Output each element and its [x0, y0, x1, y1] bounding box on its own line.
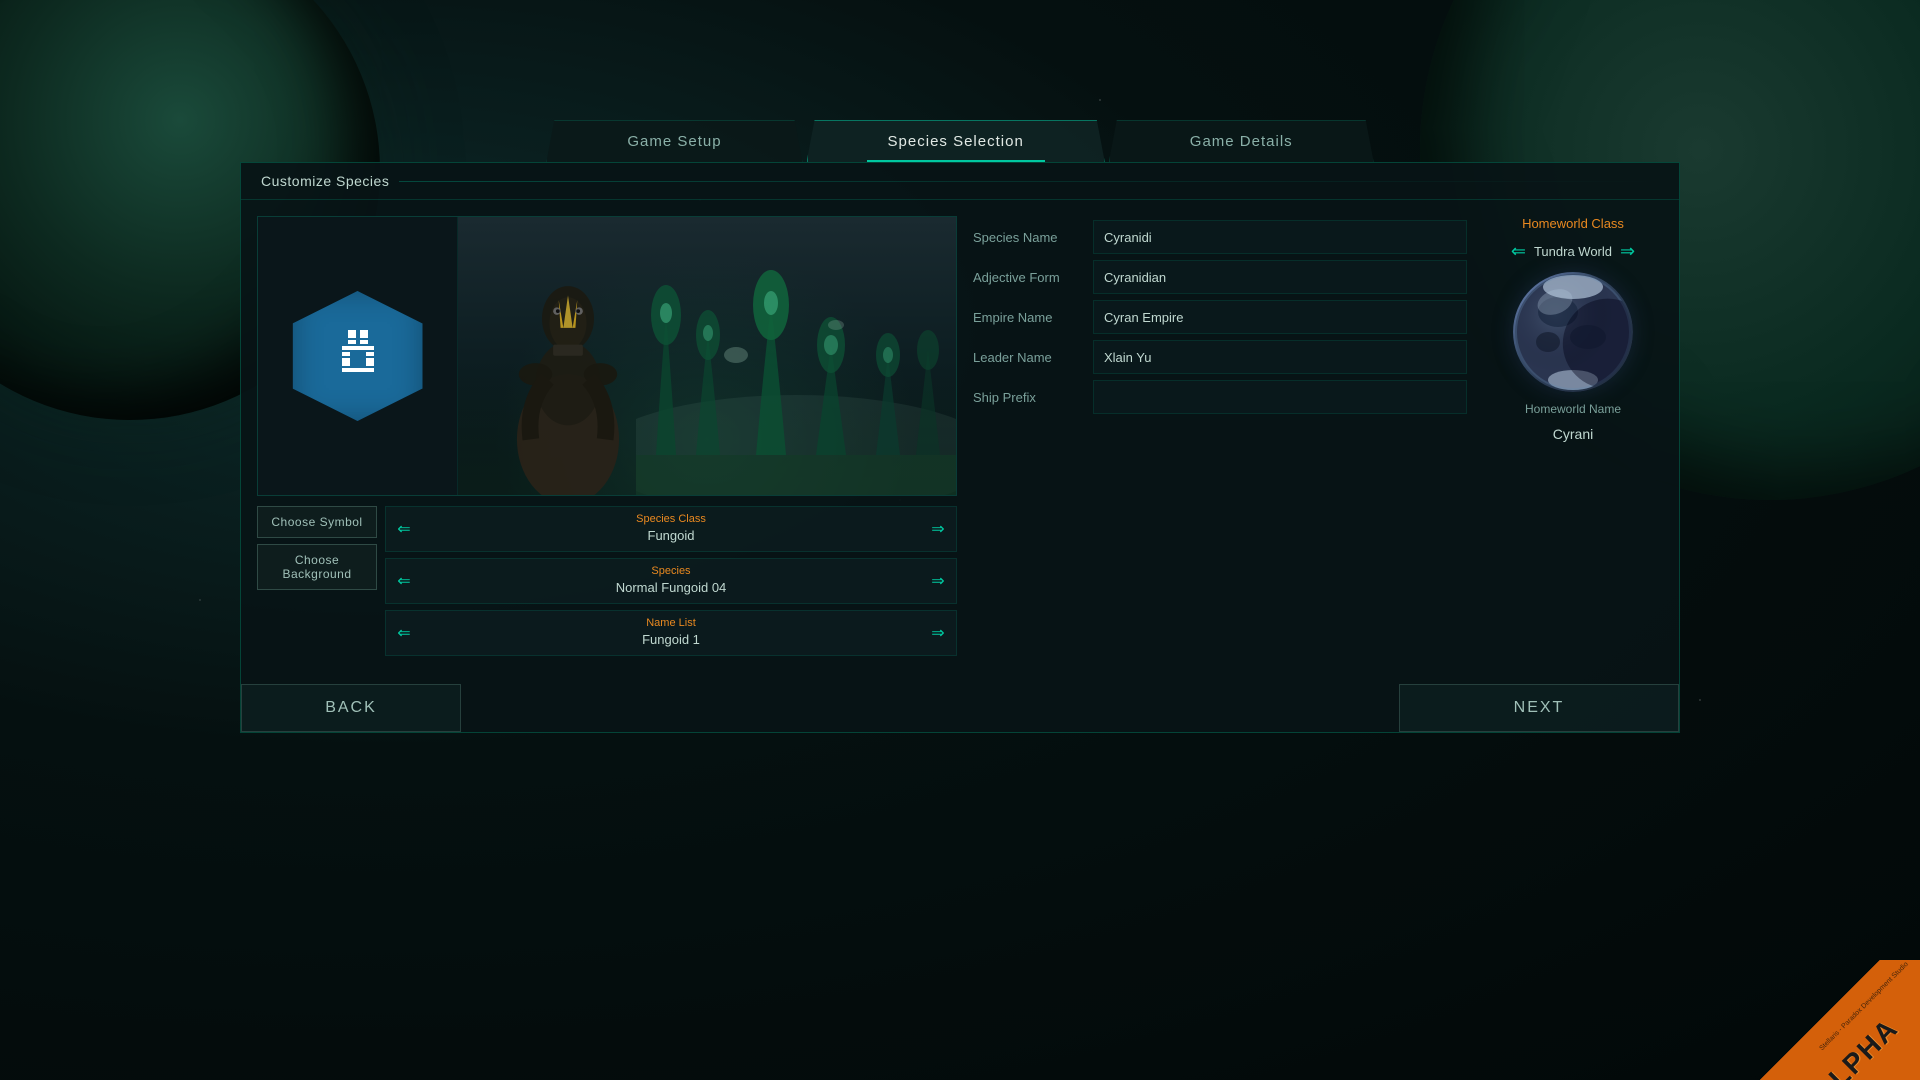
- empire-name-input[interactable]: [1093, 300, 1467, 334]
- leader-name-row: Leader Name: [973, 340, 1467, 374]
- fields-section: Species Name Adjective Form Empire Name …: [973, 216, 1467, 656]
- planet-svg: [1513, 272, 1633, 392]
- selector-group: ⇐ Species Class Fungoid ⇒ ⇐ Species: [385, 506, 957, 656]
- homeworld-section: Homeworld Class ⇐ Tundra World ⇒: [1483, 216, 1663, 656]
- name-list-content: Name List Fungoid 1: [422, 617, 920, 649]
- hexagon-background: [293, 291, 423, 421]
- name-list-selector: ⇐ Name List Fungoid 1 ⇒: [385, 610, 957, 656]
- species-class-value: Fungoid: [648, 528, 695, 543]
- leader-name-input[interactable]: [1093, 340, 1467, 374]
- species-label: Species: [422, 565, 920, 577]
- homeworld-planet-image: [1513, 272, 1633, 392]
- adjective-form-row: Adjective Form: [973, 260, 1467, 294]
- species-value: Normal Fungoid 04: [616, 580, 727, 595]
- ship-prefix-input[interactable]: [1093, 380, 1467, 414]
- species-controls: Choose Symbol Choose Background ⇐ Specie…: [257, 506, 957, 656]
- species-name-row: Species Name: [973, 220, 1467, 254]
- name-list-prev-button[interactable]: ⇐: [386, 611, 422, 655]
- next-button[interactable]: Next: [1399, 684, 1679, 732]
- name-list-label: Name List: [422, 617, 920, 629]
- species-visual-area: [257, 216, 957, 496]
- homeworld-class-value: Tundra World: [1534, 244, 1612, 259]
- empire-name-label: Empire Name: [973, 310, 1093, 325]
- species-name-label: Species Name: [973, 230, 1093, 245]
- leader-name-label: Leader Name: [973, 350, 1093, 365]
- homeworld-name-label: Homeworld Name: [1525, 402, 1621, 416]
- panel-header: Customize Species: [241, 163, 1679, 200]
- panel-header-line: [399, 181, 1659, 182]
- species-prev-button[interactable]: ⇐: [386, 559, 422, 603]
- species-next-button[interactable]: ⇒: [920, 559, 956, 603]
- alien-figure: [478, 235, 658, 495]
- choose-symbol-button[interactable]: Choose Symbol: [257, 506, 377, 538]
- choose-background-button[interactable]: Choose Background: [257, 544, 377, 590]
- homeworld-class-prev-button[interactable]: ⇐: [1511, 241, 1526, 262]
- species-selector: ⇐ Species Normal Fungoid 04 ⇒: [385, 558, 957, 604]
- species-class-next-button[interactable]: ⇒: [920, 507, 956, 551]
- empire-name-row: Empire Name: [973, 300, 1467, 334]
- panel-title: Customize Species: [261, 173, 389, 189]
- panel-content: Choose Symbol Choose Background ⇐ Specie…: [241, 200, 1679, 672]
- adjective-form-label: Adjective Form: [973, 270, 1093, 285]
- species-class-prev-button[interactable]: ⇐: [386, 507, 422, 551]
- species-name-input[interactable]: [1093, 220, 1467, 254]
- ui-container: Game Setup Species Selection Game Detail…: [240, 120, 1680, 733]
- homeworld-class-selector: ⇐ Tundra World ⇒: [1511, 241, 1635, 262]
- species-class-selector: ⇐ Species Class Fungoid ⇒: [385, 506, 957, 552]
- scenery-svg: [636, 255, 956, 495]
- species-class-content: Species Class Fungoid: [422, 513, 920, 545]
- back-button[interactable]: Back: [241, 684, 461, 732]
- species-content: Species Normal Fungoid 04: [422, 565, 920, 597]
- tabs-bar: Game Setup Species Selection Game Detail…: [240, 120, 1680, 162]
- homeworld-name-value: Cyrani: [1553, 426, 1593, 442]
- tab-game-details[interactable]: Game Details: [1109, 120, 1374, 162]
- portrait-area: [458, 217, 956, 495]
- adjective-form-input[interactable]: [1093, 260, 1467, 294]
- tab-game-setup[interactable]: Game Setup: [546, 120, 802, 162]
- species-class-label: Species Class: [422, 513, 920, 525]
- symbol-area: [258, 217, 458, 495]
- hexagon-symbol: [293, 291, 423, 421]
- alpha-watermark: ALPHA Stellaris - Paradox Development St…: [1720, 960, 1920, 1080]
- homeworld-class-next-button[interactable]: ⇒: [1620, 241, 1635, 262]
- name-list-next-button[interactable]: ⇒: [920, 611, 956, 655]
- species-display: Choose Symbol Choose Background ⇐ Specie…: [257, 216, 957, 656]
- ship-prefix-label: Ship Prefix: [973, 390, 1093, 405]
- left-buttons: Choose Symbol Choose Background: [257, 506, 377, 656]
- species-symbol-icon: [328, 322, 388, 391]
- ship-prefix-row: Ship Prefix: [973, 380, 1467, 414]
- bottom-bar: Back Next: [241, 684, 1679, 732]
- name-list-value: Fungoid 1: [642, 632, 700, 647]
- homeworld-class-label: Homeworld Class: [1522, 216, 1624, 231]
- tab-species-selection[interactable]: Species Selection: [807, 120, 1105, 162]
- main-panel: Customize Species: [240, 162, 1680, 733]
